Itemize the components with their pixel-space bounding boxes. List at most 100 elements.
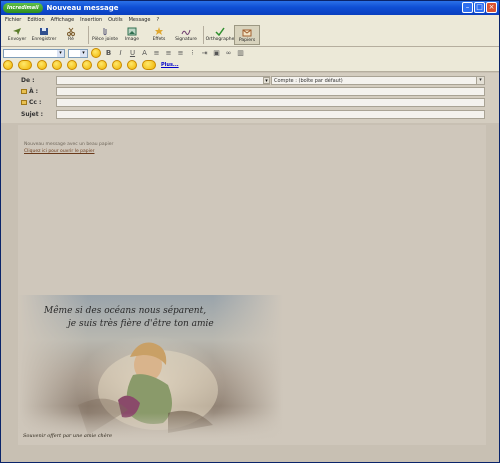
cc-field[interactable] [56,98,485,107]
color-smiley-icon[interactable] [91,48,101,58]
format-toolbar: ▾ ▾ B I U A ≡ ≡ ≡ ⁝ ⇥ ▣ ∞ ▥ [1,47,499,59]
close-button[interactable]: × [486,2,497,13]
to-label: À: [21,88,38,95]
address-book-icon[interactable] [21,100,27,105]
address-book-icon[interactable] [21,89,27,94]
chevron-down-icon: ▾ [80,49,87,57]
spellcheck-button[interactable]: Orthographe [205,25,235,45]
spell-icon [215,27,225,36]
from-row: De: ▾ Compte : (boîte par défaut) ▾ [1,76,499,86]
italic-button[interactable]: I [116,49,125,57]
cc-row: Cc: [1,98,499,108]
window-controls: – □ × [462,2,497,13]
toolbar-separator [88,26,89,44]
cc-label: Cc: [21,99,41,106]
from-field[interactable] [56,76,270,85]
menu-item-message[interactable]: Message [129,17,151,23]
minimize-button[interactable]: – [462,2,473,13]
signature-button[interactable]: Signature [173,25,199,45]
app-badge[interactable]: Incredimail [3,3,43,13]
toolbar-separator [203,26,204,44]
love-smiley-icon[interactable] [127,60,137,70]
attach-label: Pièce jointe [92,37,118,42]
cut-label: Ré [68,37,74,42]
chevron-down-icon[interactable]: ▾ [263,77,270,84]
from-label: De: [21,77,35,84]
signature-label: Signature [175,37,197,42]
image-icon [127,27,137,36]
paper-signature: Souvenir offert par une amie chère [23,433,113,439]
signature-icon [181,27,191,36]
send-button[interactable]: Envoyer [4,25,30,45]
indent-button[interactable]: ⇥ [200,49,209,57]
font-color-button[interactable]: A [140,49,149,57]
chevron-down-icon: ▾ [57,49,64,57]
bold-button[interactable]: B [104,49,113,57]
window-title: Nouveau message [46,4,119,12]
poem-line: je suis très fière d'être ton amie [68,319,214,329]
menu-item-insert[interactable]: Insertion [80,17,102,23]
menu-item-file[interactable]: Fichier [5,17,21,23]
menu-item-edit[interactable]: Edition [27,17,44,23]
message-headers: De: ▾ Compte : (boîte par défaut) ▾ À: Cc… [1,73,499,123]
attach-icon [100,27,110,36]
menu-item-help[interactable]: ? [157,17,160,23]
effects-button[interactable]: Effets [146,25,172,45]
effects-icon [154,27,164,36]
align-right-button[interactable]: ≡ [176,49,185,57]
emoticon-bar: Plus... [1,59,499,72]
sad-smiley-icon[interactable] [82,60,92,70]
bullets-button[interactable]: ⁝ [188,49,197,57]
message-body[interactable]: Nouveau message avec un beau papier Cliq… [18,125,486,445]
smiley-icon[interactable] [3,60,13,70]
laugh-smiley-icon[interactable] [52,60,62,70]
font-family-select[interactable]: ▾ [3,48,65,58]
send-icon [12,27,22,36]
align-center-button[interactable]: ≡ [164,49,173,57]
poem-text: Même si des océans nous séparent, je sui… [44,305,274,331]
main-toolbar: Envoyer Enregistrer Ré Pièce jointe Imag… [1,25,499,47]
more-emoticons-link[interactable]: Plus... [161,62,179,68]
letter-paper-image: Même si des océans nous séparent, je sui… [18,295,283,443]
account-select[interactable]: Compte : (boîte par défaut) ▾ [271,76,485,85]
menu-item-tools[interactable]: Outils [108,17,122,23]
body-link[interactable]: Cliquez ici pour ouvrir le papier [24,149,95,154]
underline-button[interactable]: U [128,49,137,57]
align-left-button[interactable]: ≡ [152,49,161,57]
subject-label: Sujet: [21,111,43,118]
insert-chart-button[interactable]: ▥ [236,49,245,57]
cut-button[interactable]: Ré [58,25,84,45]
letters-button[interactable]: Papiers [234,25,260,45]
maximize-button[interactable]: □ [474,2,485,13]
chevron-down-icon: ▾ [476,77,484,84]
attach-button[interactable]: Pièce jointe [92,25,118,45]
letters-icon [242,28,252,37]
effects-label: Effets [152,37,166,42]
compose-window: Incredimail Nouveau message – □ × Fichie… [0,0,500,463]
save-label: Enregistrer [31,37,57,42]
menu-bar: Fichier Edition Affichage Insertion Outi… [1,15,499,25]
image-label: Image [124,37,140,42]
image-button[interactable]: Image [119,25,145,45]
kiss-smiley-icon[interactable] [67,60,77,70]
subject-row: Sujet: [1,110,499,120]
dancing-smiley-icon[interactable] [18,60,32,70]
save-icon [39,27,49,36]
cut-icon [66,27,76,36]
to-field[interactable] [56,87,485,96]
insert-link-button[interactable]: ∞ [224,49,233,57]
save-button[interactable]: Enregistrer [31,25,57,45]
to-row: À: [1,87,499,97]
poem-line: Même si des océans nous séparent, [44,306,207,316]
party-smiley-icon[interactable] [142,60,156,70]
cool-smiley-icon[interactable] [112,60,122,70]
menu-item-view[interactable]: Affichage [51,17,75,23]
angry-smiley-icon[interactable] [97,60,107,70]
wink-smiley-icon[interactable] [37,60,47,70]
title-bar: Incredimail Nouveau message – □ × [1,1,499,15]
subject-field[interactable] [56,110,485,119]
font-size-select[interactable]: ▾ [68,48,88,58]
spell-label: Orthographe [205,37,235,42]
body-text-line: Nouveau message avec un beau papier [24,142,114,147]
insert-image-button[interactable]: ▣ [212,49,221,57]
